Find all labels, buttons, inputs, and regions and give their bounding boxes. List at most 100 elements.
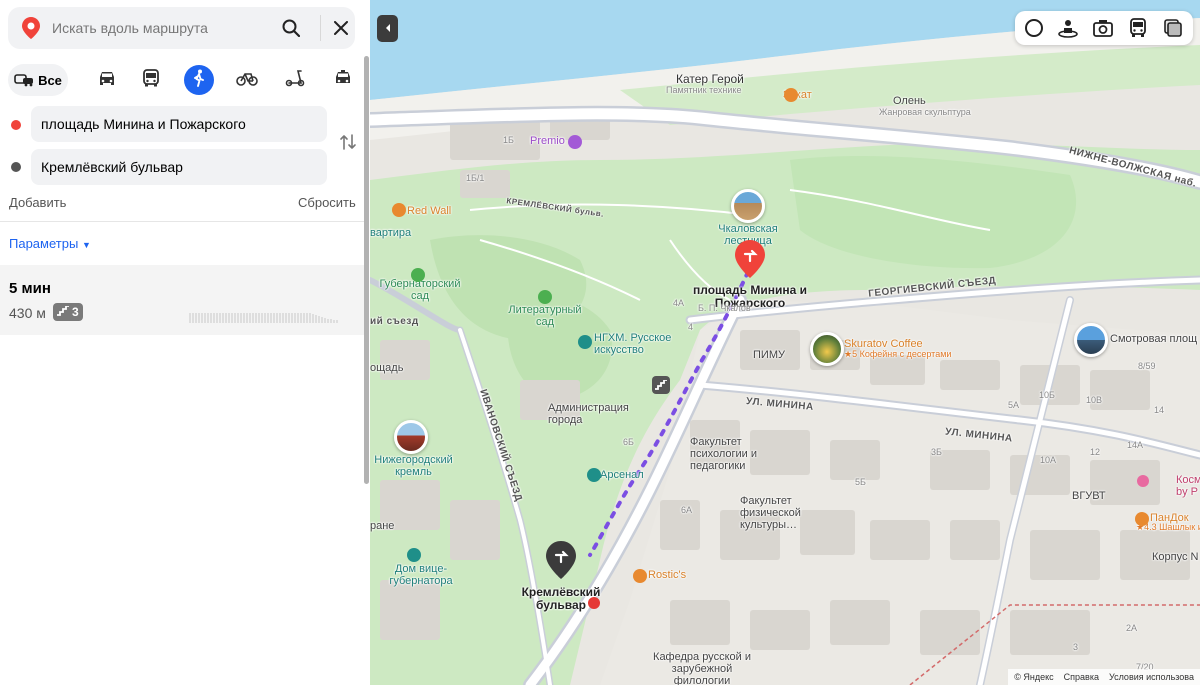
label-kreml[interactable]: Нижегородский кремль (370, 454, 461, 478)
label-premio[interactable]: Premio (530, 135, 565, 147)
help-link[interactable]: Справка (1064, 672, 1099, 682)
mode-all-button[interactable]: Все (8, 64, 68, 96)
label-rlada: ощадь (370, 362, 404, 374)
metro-icon[interactable] (588, 597, 600, 609)
transport-modes: Все (8, 64, 358, 96)
label-literat[interactable]: Литературный сад (500, 304, 590, 328)
label-kafedra[interactable]: Кафедра русской и зарубежной филологии (652, 651, 752, 685)
mode-all-label: Все (38, 72, 62, 88)
photo-pin-kreml[interactable] (394, 420, 428, 454)
start-point-dot (11, 120, 21, 130)
restaurant-icon[interactable] (633, 569, 647, 583)
scrollbar-thumb[interactable] (364, 56, 369, 484)
mode-bike-button[interactable] (232, 64, 262, 96)
search-icon[interactable] (276, 13, 306, 43)
search-along-route-input[interactable] (52, 7, 272, 49)
photo-pin-skuratov[interactable] (810, 332, 844, 366)
mode-walk-button[interactable] (184, 65, 214, 95)
map-style-icon[interactable] (1161, 16, 1185, 40)
photo-pin-chkalov[interactable] (731, 189, 765, 223)
label-fak-fiz[interactable]: Факультет физической культуры… (740, 495, 835, 531)
building-number: 3Б (931, 447, 942, 457)
park-icon[interactable] (538, 290, 552, 304)
copyright-text[interactable]: © Яндекс (1014, 672, 1053, 682)
transit-icon[interactable] (1126, 16, 1150, 40)
building-number: 2А (1126, 623, 1138, 633)
route-end-marker[interactable] (546, 541, 576, 584)
label-redwall[interactable]: Red Wall (407, 205, 451, 217)
elevation-profile (189, 310, 339, 328)
camera-icon[interactable] (1091, 16, 1115, 40)
label-ranie: ране (370, 520, 395, 532)
close-icon[interactable] (326, 13, 356, 43)
stairs-count: 3 (72, 305, 79, 319)
map-footer: © Яндекс Справка Условия использова (1008, 669, 1200, 685)
location-pin-icon (22, 17, 40, 44)
collapse-sidebar-button[interactable] (377, 15, 398, 42)
sidebar-scrollbar[interactable] (364, 0, 370, 685)
restaurant-icon[interactable] (784, 88, 798, 102)
mode-taxi-button[interactable] (328, 64, 358, 96)
music-icon[interactable] (568, 135, 582, 149)
params-label: Параметры (9, 236, 79, 251)
layers-circle-icon[interactable] (1022, 16, 1046, 40)
building-number: 4 (688, 322, 694, 332)
label-pimu[interactable]: ПИМУ (753, 349, 785, 361)
building-number: 14А (1127, 440, 1144, 450)
label-vgubt[interactable]: ВГУВТ (1072, 490, 1106, 502)
route-start-marker[interactable] (735, 240, 765, 283)
car-bus-icon (14, 71, 34, 90)
add-point-link[interactable]: Добавить (9, 195, 66, 210)
building-number: 4А (673, 298, 685, 308)
restaurant-icon[interactable] (392, 203, 406, 217)
label-arsenal[interactable]: Арсенал (600, 469, 644, 481)
building-number: 3 (1073, 642, 1079, 652)
route-params-dropdown[interactable]: Параметры ▼ (9, 236, 91, 251)
route-sidebar: Все (0, 0, 364, 685)
label-kosm[interactable]: Косм (1176, 474, 1200, 486)
label-rostics[interactable]: Rostic's (648, 569, 686, 581)
map-view[interactable]: Катер Герой Памятник технике Закат Олень… (370, 0, 1200, 685)
label-smotr[interactable]: Смотровая площ (1110, 333, 1197, 345)
route-to-field[interactable]: Кремлёвский бульвар (31, 149, 327, 185)
reset-route-link[interactable]: Сбросить (298, 195, 356, 210)
photo-pin-smotr[interactable] (1074, 323, 1108, 357)
swap-points-icon[interactable] (338, 132, 358, 152)
route-from-field[interactable]: площадь Минина и Пожарского (31, 106, 327, 142)
mode-car-button[interactable] (92, 64, 122, 96)
label-rsezd: ий съезд (370, 316, 419, 327)
mode-bus-button[interactable] (136, 64, 166, 96)
search-separator (320, 15, 321, 41)
label-admin[interactable]: Администрация города (548, 402, 638, 426)
street-bpch: Б. П. Чкалов (698, 303, 751, 313)
label-kater[interactable]: Катер Герой (676, 72, 744, 86)
park-icon[interactable] (411, 268, 425, 282)
taxi-icon (333, 69, 353, 91)
label-skuratov-sub: ★5 Кофейня с десертами (844, 349, 952, 359)
chevron-down-icon: ▼ (81, 240, 91, 250)
terms-link[interactable]: Условия использова (1109, 672, 1194, 682)
route-search-box (8, 7, 355, 49)
building-number: 5Б (855, 477, 866, 487)
restaurant-icon[interactable] (1135, 512, 1149, 526)
beauty-icon[interactable] (1137, 475, 1149, 487)
route-option-card[interactable]: 5 мин 430 м 3 (0, 265, 364, 335)
label-fak-psy[interactable]: Факультет психологии и педагогики (690, 436, 790, 472)
label-ngxm[interactable]: НГХМ. Русское искусство (594, 332, 684, 356)
building-number: 1Б/1 (466, 173, 485, 183)
panorama-icon[interactable] (1056, 16, 1080, 40)
label-byp: by P (1176, 486, 1199, 498)
museum-icon[interactable] (578, 335, 592, 349)
building-number: 10В (1086, 395, 1103, 405)
mode-scooter-button[interactable] (280, 64, 310, 96)
bus-icon (142, 68, 160, 92)
pedestrian-icon (191, 69, 207, 92)
label-korpus[interactable]: Корпус N (1152, 551, 1198, 563)
label-dom-vice[interactable]: Дом вице-губернатора (376, 563, 466, 587)
landmark-icon[interactable] (407, 548, 421, 562)
label-olen[interactable]: Олень (893, 95, 926, 107)
museum-icon[interactable] (587, 468, 601, 482)
building-number: 1Б (503, 135, 514, 145)
building-number: 12 (1090, 447, 1101, 457)
scooter-icon (285, 69, 305, 92)
